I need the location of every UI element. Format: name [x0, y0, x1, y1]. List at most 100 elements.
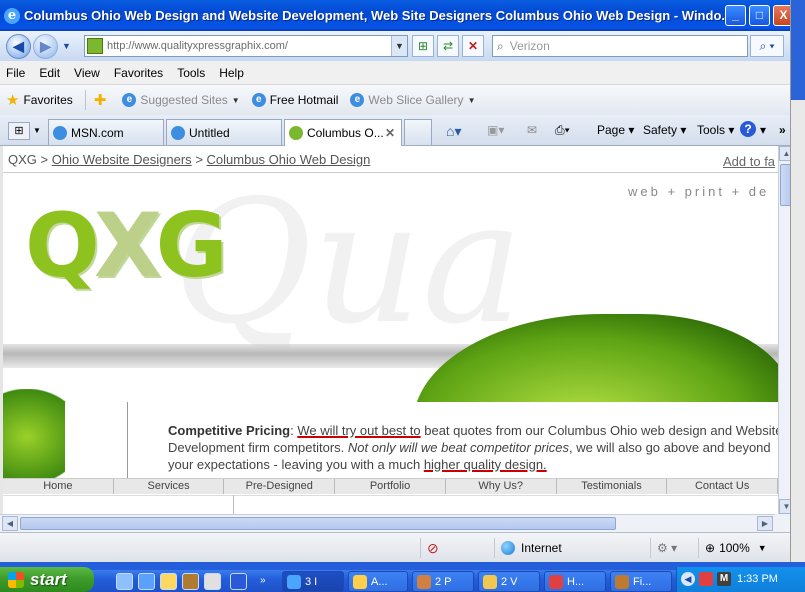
- competitive-pricing-paragraph: Competitive Pricing: We will try out bes…: [168, 422, 788, 473]
- menu-view[interactable]: View: [74, 66, 100, 80]
- free-hotmail-link[interactable]: e Free Hotmail: [251, 93, 339, 107]
- page-menu-label: Page: [597, 123, 626, 137]
- menu-file[interactable]: File: [6, 66, 25, 80]
- favorites-bar: ★ Favorites ✚ e Suggested Sites ▼ e Free…: [0, 85, 805, 115]
- forward-arrow-icon: ▶: [40, 38, 51, 54]
- address-field[interactable]: http://www.qualityxpressgraphix.com/ ▼: [84, 35, 408, 57]
- help-dropdown-icon[interactable]: ▾: [760, 123, 766, 137]
- tray-security-icon[interactable]: [699, 572, 713, 586]
- recent-pages-dropdown-icon[interactable]: ▼: [62, 41, 71, 51]
- back-button[interactable]: ◀: [6, 34, 31, 59]
- quicklaunch-browser-icon[interactable]: [138, 573, 155, 590]
- quicklaunch-folder-icon[interactable]: [182, 573, 199, 590]
- taskbar-clock: 1:33 PM: [737, 573, 778, 585]
- menu-favorites[interactable]: Favorites: [114, 66, 163, 80]
- safety-menu[interactable]: Safety ▾: [643, 123, 686, 137]
- tray-m-icon[interactable]: M: [717, 572, 731, 586]
- vertical-scrollbar[interactable]: ▲ ▼: [778, 146, 790, 514]
- scroll-right-icon[interactable]: ▶: [757, 516, 773, 531]
- tab-columbus[interactable]: Columbus O... ✕: [284, 119, 402, 146]
- breadcrumb: QXG > Ohio Website Designers > Columbus …: [8, 152, 370, 167]
- forward-button[interactable]: ▶: [33, 34, 58, 59]
- read-mail-icon[interactable]: ✉: [527, 123, 537, 137]
- stop-button[interactable]: ✕: [462, 35, 484, 57]
- menu-help[interactable]: Help: [219, 66, 244, 80]
- search-button[interactable]: ⌕ ▾: [750, 35, 784, 57]
- close-tab-icon[interactable]: ✕: [385, 126, 395, 140]
- free-hotmail-label: Free Hotmail: [269, 93, 339, 107]
- tab-msn[interactable]: MSN.com: [48, 119, 164, 145]
- vertical-scroll-thumb[interactable]: [780, 164, 790, 206]
- minimize-button[interactable]: _: [725, 5, 746, 26]
- app-smiley-icon: [353, 574, 367, 589]
- search-input[interactable]: ⌕ Verizon: [492, 35, 748, 57]
- quicklaunch-media-icon[interactable]: [204, 573, 221, 590]
- ie-logo-icon: [287, 574, 301, 589]
- taskbar-group-ie[interactable]: 3 I: [282, 571, 344, 592]
- horizontal-scrollbar[interactable]: ◀ ▶: [0, 514, 775, 532]
- maximize-button[interactable]: □: [749, 5, 770, 26]
- protected-mode-cell[interactable]: ⚙ ▾: [650, 538, 694, 558]
- divider: [3, 172, 778, 173]
- add-to-favorites-button[interactable]: ✚: [94, 91, 111, 109]
- nav-contact-us[interactable]: Contact Us: [667, 479, 779, 494]
- horizontal-scroll-thumb[interactable]: [20, 517, 616, 530]
- quicklaunch-expand-icon[interactable]: »: [260, 575, 266, 586]
- nav-home[interactable]: Home: [3, 479, 114, 494]
- compatibility-view-button[interactable]: ⊞: [412, 35, 434, 57]
- taskbar-group-p[interactable]: 2 P: [412, 571, 474, 592]
- scroll-left-icon[interactable]: ◀: [2, 516, 18, 531]
- tray-expand-icon[interactable]: ◀: [681, 572, 695, 586]
- quicklaunch-word-icon[interactable]: [230, 573, 247, 590]
- start-button[interactable]: start: [0, 567, 94, 592]
- nav-services[interactable]: Services: [114, 479, 225, 494]
- address-url[interactable]: http://www.qualityxpressgraphix.com/: [107, 40, 288, 52]
- breadcrumb-columbus-ohio-web-design[interactable]: Columbus Ohio Web Design: [207, 152, 371, 167]
- privacy-report-cell[interactable]: ⊘: [420, 538, 490, 558]
- menu-tools[interactable]: Tools: [177, 66, 205, 80]
- nav-pre-designed[interactable]: Pre-Designed: [224, 479, 336, 494]
- quicklaunch-clock-icon[interactable]: [160, 573, 177, 590]
- nav-testimonials[interactable]: Testimonials: [557, 479, 668, 494]
- task-label: 3 I: [305, 575, 318, 588]
- nav-why-us[interactable]: Why Us?: [446, 479, 557, 494]
- taskbar-group-folder[interactable]: 2 V: [478, 571, 540, 592]
- quicklaunch-ie-icon[interactable]: [116, 573, 133, 590]
- scroll-down-icon[interactable]: ▼: [779, 499, 790, 514]
- suggested-sites-label: Suggested Sites: [140, 93, 228, 107]
- address-dropdown-icon[interactable]: ▼: [391, 36, 407, 56]
- new-tab-button[interactable]: [404, 119, 432, 145]
- taskbar-group-fi[interactable]: Fi...: [610, 571, 672, 592]
- favorites-star-icon: ★: [6, 92, 20, 109]
- tools-menu[interactable]: Tools ▾: [697, 123, 734, 137]
- page-menu[interactable]: Page ▾: [597, 123, 634, 137]
- chevron-more-icon[interactable]: »: [779, 123, 786, 137]
- favorites-button[interactable]: ★ Favorites: [6, 91, 73, 109]
- feeds-icon[interactable]: ▣▾: [487, 123, 504, 137]
- quick-tabs-button[interactable]: ⊞: [8, 122, 30, 140]
- background-window-titlebar: [791, 0, 805, 100]
- refresh-icon: ⇄: [442, 39, 454, 53]
- scroll-up-icon[interactable]: ▲: [779, 146, 790, 161]
- logo-letter-q: Q: [25, 194, 100, 297]
- add-to-favorites-link[interactable]: Add to fa: [723, 154, 775, 169]
- breadcrumb-ohio-website-designers[interactable]: Ohio Website Designers: [52, 152, 192, 167]
- nav-portfolio[interactable]: Portfolio: [335, 479, 446, 494]
- print-icon[interactable]: ⎙▾: [555, 123, 570, 138]
- menu-edit[interactable]: Edit: [39, 66, 60, 80]
- web-slice-gallery-link[interactable]: e Web Slice Gallery ▼: [350, 93, 475, 107]
- breadcrumb-root[interactable]: QXG: [8, 152, 37, 167]
- taskbar-group-a[interactable]: A...: [348, 571, 408, 592]
- tab-list-dropdown-icon[interactable]: ▼: [33, 122, 45, 140]
- zoom-control[interactable]: ⊕ 100% ▼: [698, 538, 778, 558]
- help-icon[interactable]: ?: [740, 121, 756, 137]
- refresh-button[interactable]: ⇄: [437, 35, 459, 57]
- logo-letter-g: G: [155, 194, 228, 297]
- qxg-logo[interactable]: QXG: [25, 194, 228, 297]
- home-icon[interactable]: ⌂▾: [446, 123, 461, 140]
- suggested-sites-link[interactable]: e Suggested Sites ▼: [122, 93, 240, 107]
- window-titlebar[interactable]: e Columbus Ohio Web Design and Website D…: [0, 0, 805, 31]
- scrollbar-corner: [775, 514, 790, 532]
- tab-untitled[interactable]: Untitled: [166, 119, 282, 145]
- taskbar-group-h[interactable]: H...: [544, 571, 606, 592]
